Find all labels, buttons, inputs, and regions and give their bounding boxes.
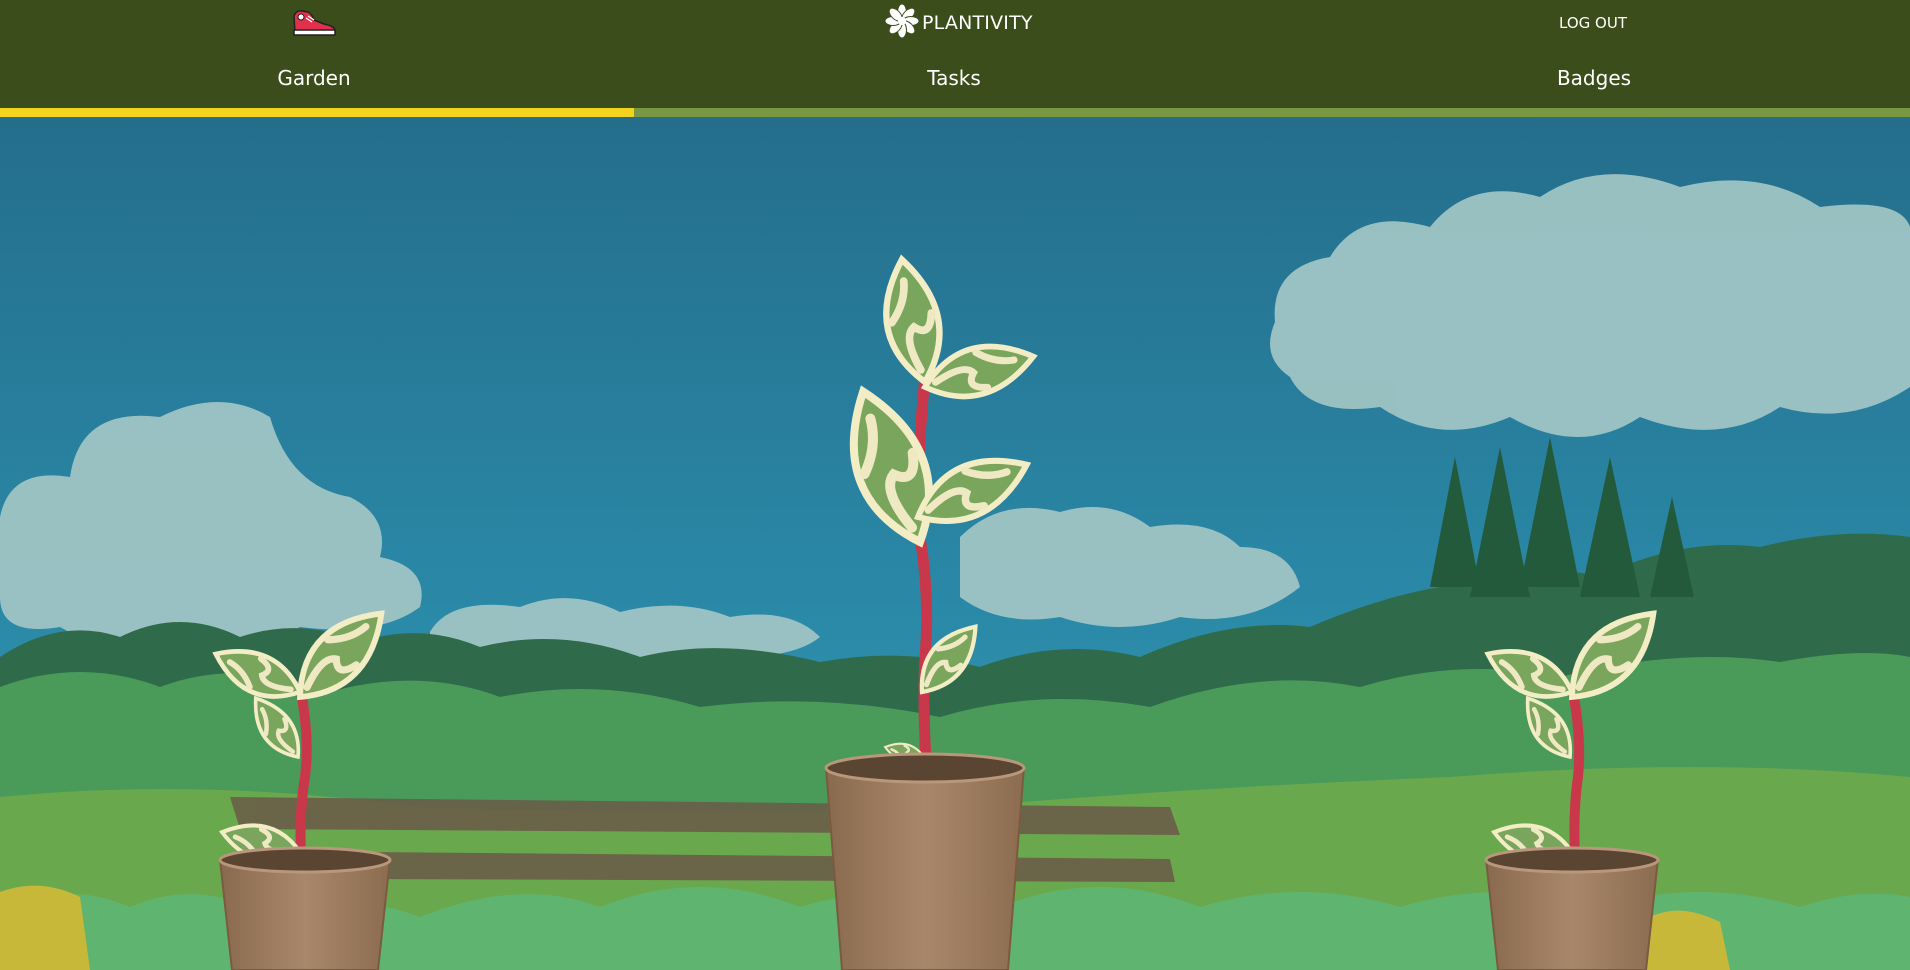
tab-tasks[interactable]: Tasks [854, 66, 1054, 90]
tab-badges[interactable]: Badges [1494, 66, 1694, 90]
tab-garden[interactable]: Garden [214, 66, 414, 90]
brand-name: PLANTIVITY [922, 12, 1033, 34]
top-header: PLANTIVITY LOG OUT Garden Tasks Badges [0, 0, 1910, 117]
garden-scene [0, 117, 1910, 970]
active-tab-indicator [0, 108, 634, 117]
tab-track [0, 108, 1910, 117]
brand[interactable]: PLANTIVITY [884, 3, 1033, 43]
red-sneaker-icon[interactable] [290, 6, 338, 38]
flower-logo-icon [884, 3, 920, 43]
logout-button[interactable]: LOG OUT [1540, 14, 1646, 32]
